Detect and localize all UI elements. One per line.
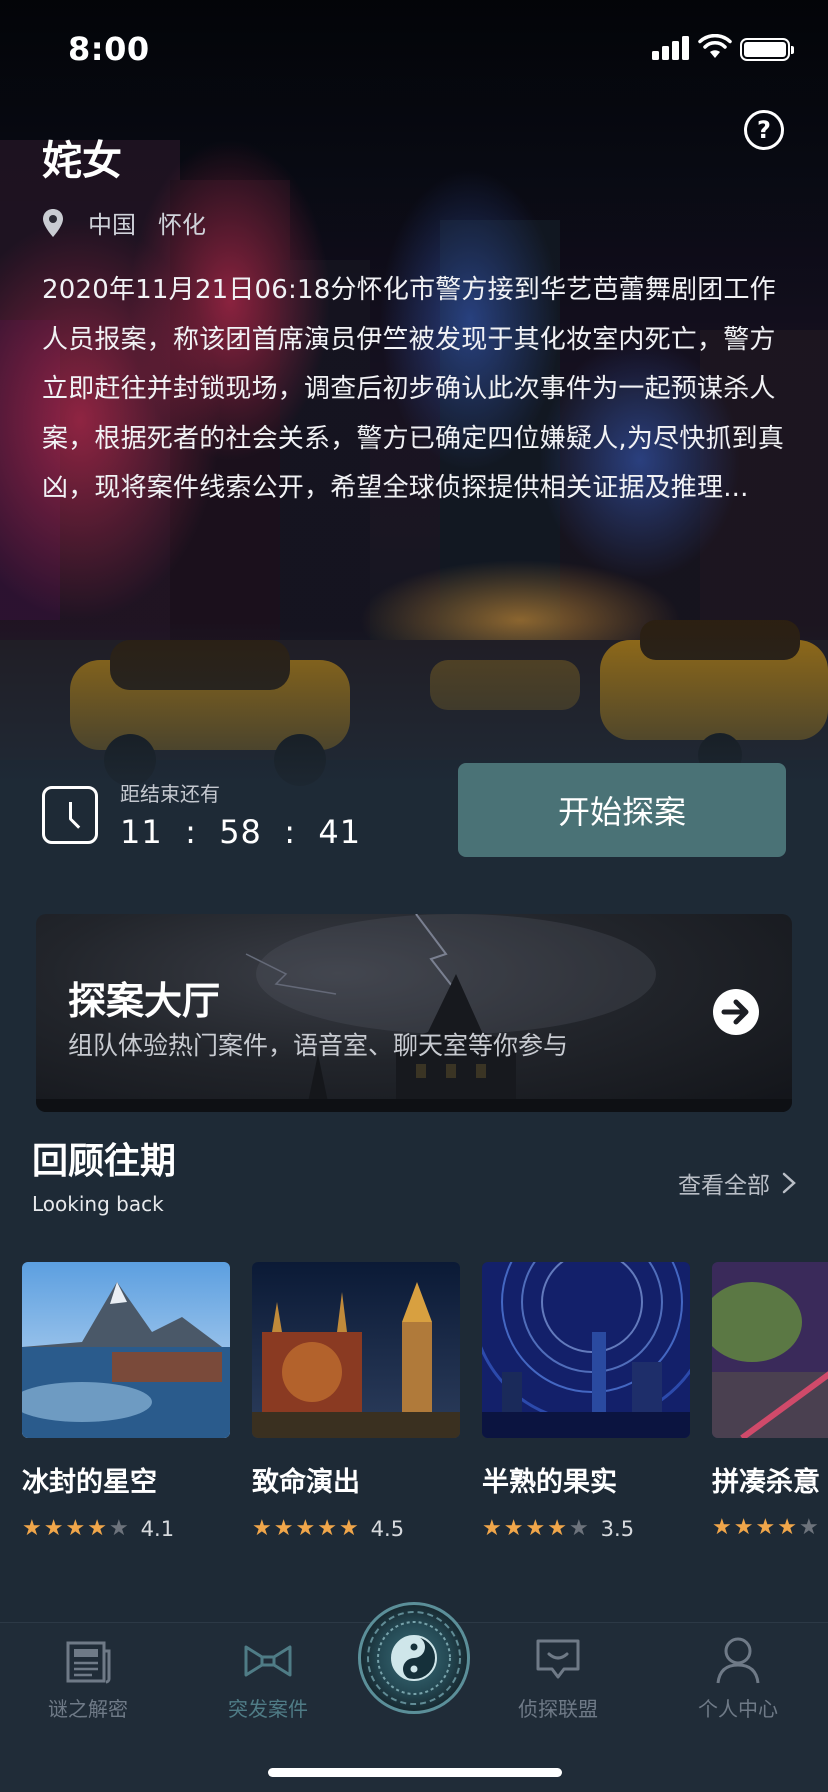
- tab-personal-center[interactable]: 个人中心: [678, 1635, 798, 1722]
- case-thumbnail: [470, 1262, 714, 1438]
- star-rating: ★ ★ ★ ★ ★: [482, 1518, 591, 1540]
- case-card-title: 致命演出: [252, 1467, 360, 1498]
- case-title: 姹女: [42, 138, 122, 184]
- countdown-timer: 距结束还有 11 : 58 : 41: [42, 778, 361, 851]
- newspaper-icon: [66, 1641, 111, 1684]
- app-screen: 8:00 ? 姹女 中国 怀化 2020年11月21日06:18分怀化市警方接到…: [0, 0, 828, 1792]
- past-case-card[interactable]: 半熟的果实 ★ ★ ★ ★ ★ 3.5: [470, 1262, 714, 1541]
- explore-hall-title: 探案大厅: [68, 979, 221, 1023]
- star-filled-icon: ★: [65, 1516, 86, 1541]
- star-filled-icon: ★: [317, 1516, 337, 1541]
- case-rating: ★ ★ ★ ★ ★ 3.5: [482, 1517, 692, 1541]
- case-thumbnail: [702, 1262, 828, 1441]
- bow-icon: [244, 1645, 292, 1677]
- star-filled-icon: ★: [273, 1516, 294, 1541]
- case-hero: 8:00 ? 姹女 中国 怀化 2020年11月21日06:18分怀化市警方接到…: [0, 0, 828, 890]
- case-card-title: 半熟的果实: [482, 1467, 617, 1498]
- past-case-card[interactable]: 冰封的星空 ★ ★ ★ ★ ★ 4.1: [22, 1262, 232, 1541]
- past-case-card[interactable]: 拼凑杀意 ★ ★ ★ ★ ★: [702, 1262, 828, 1539]
- rating-score: 3.5: [600, 1517, 635, 1541]
- tab-breaking-cases[interactable]: 突发案件: [208, 1635, 328, 1722]
- star-empty-icon: ★: [568, 1516, 589, 1541]
- chat-bubble-icon: [536, 1639, 580, 1679]
- star-filled-icon: ★: [755, 1515, 776, 1540]
- location-pin-icon: [43, 208, 63, 237]
- case-card-title: 冰封的星空: [22, 1467, 157, 1498]
- case-thumbnail: [252, 1262, 460, 1438]
- arrow-right-circle-icon[interactable]: [712, 988, 760, 1036]
- star-filled-icon: ★: [252, 1516, 272, 1541]
- taiji-icon: [367, 1611, 461, 1705]
- case-location: 中国 怀化: [42, 205, 206, 240]
- signal-icon: [652, 36, 692, 60]
- rating-score: 4.5: [370, 1517, 405, 1541]
- battery-icon: [740, 38, 794, 61]
- tab-label: 个人中心: [698, 1697, 778, 1721]
- star-filled-icon: ★: [525, 1516, 546, 1541]
- tab-detective-alliance[interactable]: 侦探联盟: [498, 1635, 618, 1722]
- explore-hall-banner[interactable]: 探案大厅 组队体验热门案件，语音室、聊天室等你参与: [36, 914, 792, 1112]
- home-indicator: [268, 1768, 562, 1777]
- case-thumbnail: [22, 1262, 230, 1438]
- start-investigation-button[interactable]: 开始探案: [458, 763, 786, 857]
- case-description: 2020年11月21日06:18分怀化市警方接到华艺芭蕾舞剧团工作人员报案，称该…: [42, 275, 785, 503]
- past-cases-list: 冰封的星空 ★ ★ ★ ★ ★ 4.1 致命演出 ★ ★ ★ ★ ★ 4.5 半…: [22, 1262, 828, 1542]
- help-icon[interactable]: ?: [744, 110, 784, 150]
- rating-score: 4.1: [140, 1517, 175, 1541]
- star-filled-icon: ★: [87, 1516, 107, 1541]
- location-country: 中国: [88, 211, 136, 239]
- looking-back-title: 回顾往期: [32, 1141, 177, 1182]
- timer-label: 距结束还有: [120, 782, 220, 806]
- case-rating: ★ ★ ★ ★ ★: [712, 1517, 828, 1539]
- looking-back-subtitle: Looking back: [32, 1192, 164, 1216]
- star-filled-icon: ★: [482, 1516, 502, 1541]
- tab-label: 突发案件: [228, 1697, 308, 1721]
- star-filled-icon: ★: [43, 1516, 64, 1541]
- view-all-link[interactable]: 查看全部: [678, 1166, 796, 1200]
- star-filled-icon: ★: [295, 1516, 316, 1541]
- person-icon: [716, 1637, 760, 1684]
- star-filled-icon: ★: [338, 1516, 359, 1541]
- star-filled-icon: ★: [733, 1515, 754, 1540]
- star-filled-icon: ★: [547, 1516, 567, 1541]
- star-rating: ★ ★ ★ ★ ★: [252, 1518, 361, 1540]
- past-case-card[interactable]: 致命演出 ★ ★ ★ ★ ★ 4.5: [252, 1262, 462, 1541]
- star-empty-icon: ★: [798, 1515, 819, 1540]
- wifi-icon: [698, 34, 732, 58]
- case-card-title: 拼凑杀意: [712, 1467, 820, 1498]
- tab-puzzle-decoding[interactable]: 谜之解密: [28, 1635, 148, 1722]
- star-filled-icon: ★: [22, 1516, 42, 1541]
- tab-label: 谜之解密: [48, 1697, 128, 1721]
- star-rating: ★ ★ ★ ★ ★: [712, 1517, 821, 1539]
- star-empty-icon: ★: [108, 1516, 129, 1541]
- case-rating: ★ ★ ★ ★ ★ 4.1: [22, 1517, 232, 1541]
- chevron-right-icon: [782, 1172, 796, 1194]
- timer-value: 11 : 58 : 41: [120, 813, 362, 851]
- center-tab-button[interactable]: [358, 1602, 470, 1714]
- tab-label: 侦探联盟: [518, 1697, 598, 1721]
- view-all-label: 查看全部: [678, 1173, 770, 1199]
- status-bar: 8:00: [0, 0, 828, 100]
- star-rating: ★ ★ ★ ★ ★: [22, 1518, 131, 1540]
- star-filled-icon: ★: [503, 1516, 524, 1541]
- explore-hall-subtitle: 组队体验热门案件，语音室、聊天室等你参与: [68, 1031, 569, 1060]
- clock-icon: [42, 785, 98, 844]
- star-filled-icon: ★: [712, 1515, 732, 1540]
- star-filled-icon: ★: [777, 1515, 797, 1540]
- location-city: 怀化: [158, 211, 206, 239]
- status-time: 8:00: [68, 30, 150, 68]
- case-rating: ★ ★ ★ ★ ★ 4.5: [252, 1517, 462, 1541]
